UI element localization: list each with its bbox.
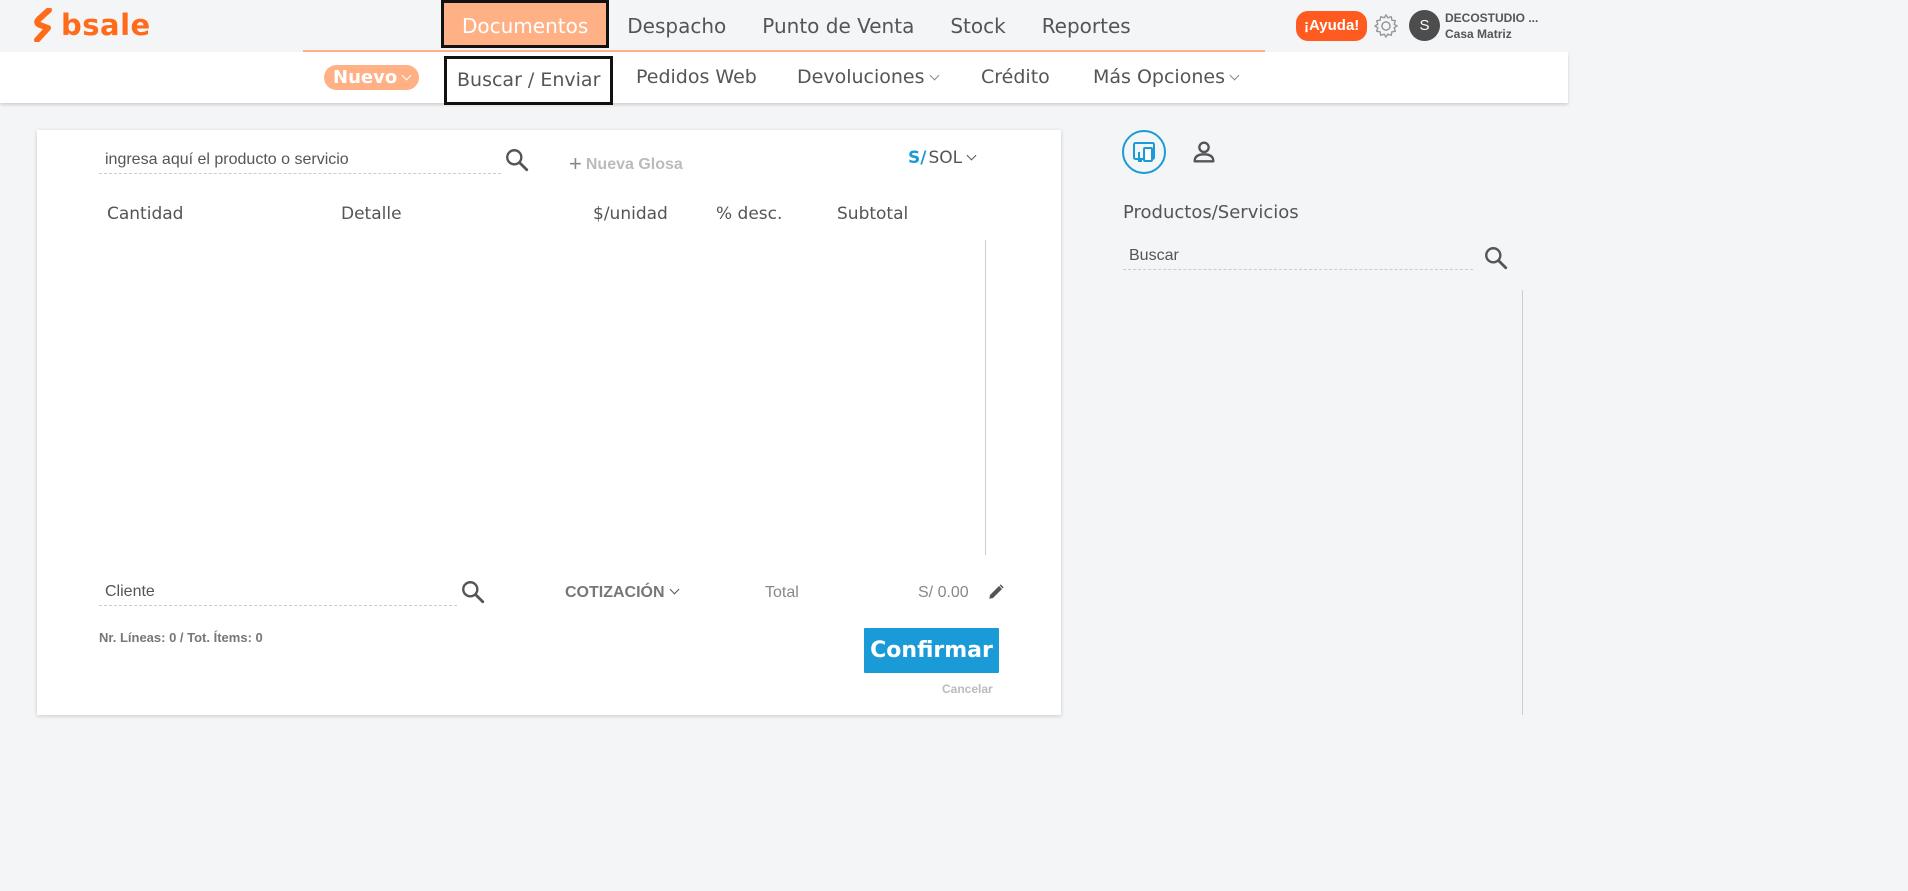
chevron-down-icon [1229,70,1240,81]
nuevo-button[interactable]: Nuevo [324,65,420,90]
document-type-selector[interactable]: COTIZACIÓN [565,584,679,602]
plus-icon: + [569,151,582,176]
panel-scrollbar[interactable] [1522,290,1523,715]
lines-info: Nr. Líneas: 0 / Tot. Ítems: 0 [99,630,263,645]
items-scrollbar[interactable] [985,240,986,555]
search-icon[interactable] [1483,245,1509,271]
chevron-down-icon [401,70,412,81]
nav-despacho[interactable]: Despacho [609,0,744,52]
mas-opciones-label: Más Opciones [1093,66,1225,88]
nav-punto-de-venta[interactable]: Punto de Venta [744,0,932,52]
subnav-pedidos-web[interactable]: Pedidos Web [636,52,757,103]
company-info[interactable]: DECOSTUDIO ... Casa Matriz [1445,10,1538,42]
subnav-mas-opciones[interactable]: Más Opciones [1093,52,1240,103]
bsale-logo[interactable]: bsale [31,8,151,42]
col-detalle: Detalle [341,204,402,224]
tab-products[interactable] [1122,130,1166,174]
devices-icon [1133,142,1155,162]
search-icon[interactable] [460,579,486,605]
brand-name: bsale [61,8,151,42]
nav-stock[interactable]: Stock [932,0,1023,52]
nav-reportes[interactable]: Reportes [1024,0,1149,52]
gear-icon[interactable] [1372,12,1400,40]
subnav-credito[interactable]: Crédito [981,52,1050,103]
sub-nav: Nuevo Buscar / Enviar Pedidos Web Devolu… [0,52,1568,105]
cancel-link[interactable]: Cancelar [942,682,993,696]
col-cantidad: Cantidad [107,204,184,224]
chevron-down-icon [669,584,679,595]
company-name: DECOSTUDIO ... [1445,11,1539,25]
devoluciones-label: Devoluciones [797,66,925,88]
panel-title: Productos/Servicios [1123,202,1299,223]
product-search-input[interactable] [99,146,501,174]
chevron-down-icon [966,150,977,161]
top-bar: bsale Documentos Despacho Punto de Venta… [0,0,1568,52]
sale-card: +Nueva Glosa S/SOL Cantidad Detalle $/un… [37,130,1061,715]
col-precio-unidad: $/unidad [593,204,668,224]
avatar[interactable]: S [1409,10,1440,41]
subnav-buscar-enviar[interactable]: Buscar / Enviar [444,56,614,105]
main-nav: Documentos Despacho Punto de Venta Stock… [441,0,1149,52]
currency-selector[interactable]: S/SOL [908,148,977,168]
person-icon[interactable] [1190,138,1218,166]
client-input[interactable] [99,578,457,606]
total-value: S/ 0.00 [918,584,969,601]
currency-symbol: S/ [908,148,927,168]
document-type-label: COTIZACIÓN [565,584,665,601]
branch-name: Casa Matriz [1445,27,1512,41]
currency-code: SOL [928,148,963,168]
chevron-down-icon [929,70,939,81]
col-subtotal: Subtotal [837,204,909,224]
search-icon[interactable] [504,147,530,173]
confirm-button[interactable]: Confirmar [864,628,999,673]
col-descuento: % desc. [716,204,783,224]
product-catalog-search[interactable] [1123,243,1473,270]
nueva-glosa-button[interactable]: + Nueva Glosa [569,149,683,176]
nueva-glosa-label: Nueva Glosa [585,156,683,173]
total-label: Total [765,584,799,601]
bsale-logo-icon [34,8,52,42]
subnav-devoluciones[interactable]: Devoluciones [797,52,939,103]
nuevo-label: Nuevo [333,67,398,88]
nav-documentos[interactable]: Documentos [441,0,610,48]
help-button[interactable]: ¡Ayuda! [1296,11,1368,41]
pencil-icon[interactable] [987,583,1005,601]
